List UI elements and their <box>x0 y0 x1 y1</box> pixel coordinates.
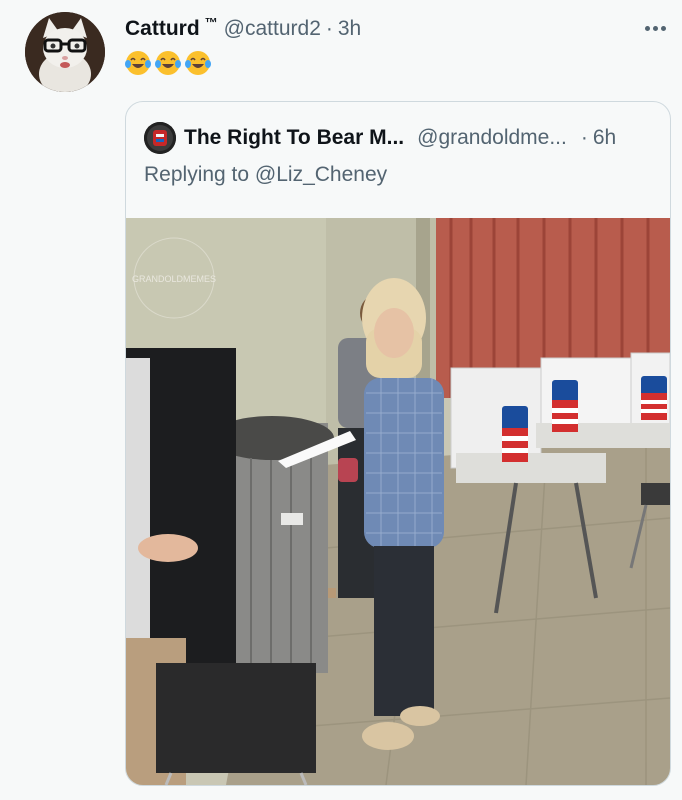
quoted-author-name[interactable]: The Right To Bear M... <box>184 126 404 150</box>
more-options-icon[interactable] <box>640 18 670 38</box>
tears-of-joy-emoji-icon <box>155 51 181 75</box>
trademark-symbol: ™ <box>204 14 218 30</box>
photo-watermark: GRANDOLDMEMES <box>132 274 216 284</box>
cat-avatar-icon <box>25 12 105 92</box>
quoted-author-avatar[interactable] <box>144 122 176 154</box>
quoted-tweet-photo[interactable]: GRANDOLDMEMES <box>126 218 670 785</box>
tweet-header: Catturd ™ @catturd2 · 3h <box>125 14 361 42</box>
quoted-tweet[interactable]: The Right To Bear M... @grandoldme... · … <box>125 101 671 786</box>
tears-of-joy-emoji-icon <box>125 51 151 75</box>
tears-of-joy-emoji-icon <box>185 51 211 75</box>
author-avatar[interactable] <box>25 12 105 92</box>
replying-prefix: Replying to <box>144 163 250 186</box>
tweet-text: 😂😂😂 <box>125 50 211 76</box>
author-name[interactable]: Catturd <box>125 17 200 41</box>
author-handle[interactable]: @catturd2 <box>224 17 321 41</box>
quoted-tweet-timestamp[interactable]: 6h <box>593 126 616 150</box>
separator-dot: · <box>325 17 333 40</box>
grandoldmemes-avatar-icon <box>144 122 176 154</box>
tweet[interactable]: Catturd ™ @catturd2 · 3h 😂😂😂 <box>0 0 682 800</box>
quoted-author-handle[interactable]: @grandoldme... <box>417 126 567 150</box>
replying-to-line: Replying to @Liz_Cheney <box>144 163 387 187</box>
replying-mention-link[interactable]: @Liz_Cheney <box>255 163 387 186</box>
separator-dot: · <box>580 126 588 149</box>
quoted-tweet-header: The Right To Bear M... @grandoldme... · … <box>144 122 616 154</box>
polling-place-photo-icon: GRANDOLDMEMES <box>126 218 670 785</box>
tweet-timestamp[interactable]: 3h <box>338 17 361 41</box>
